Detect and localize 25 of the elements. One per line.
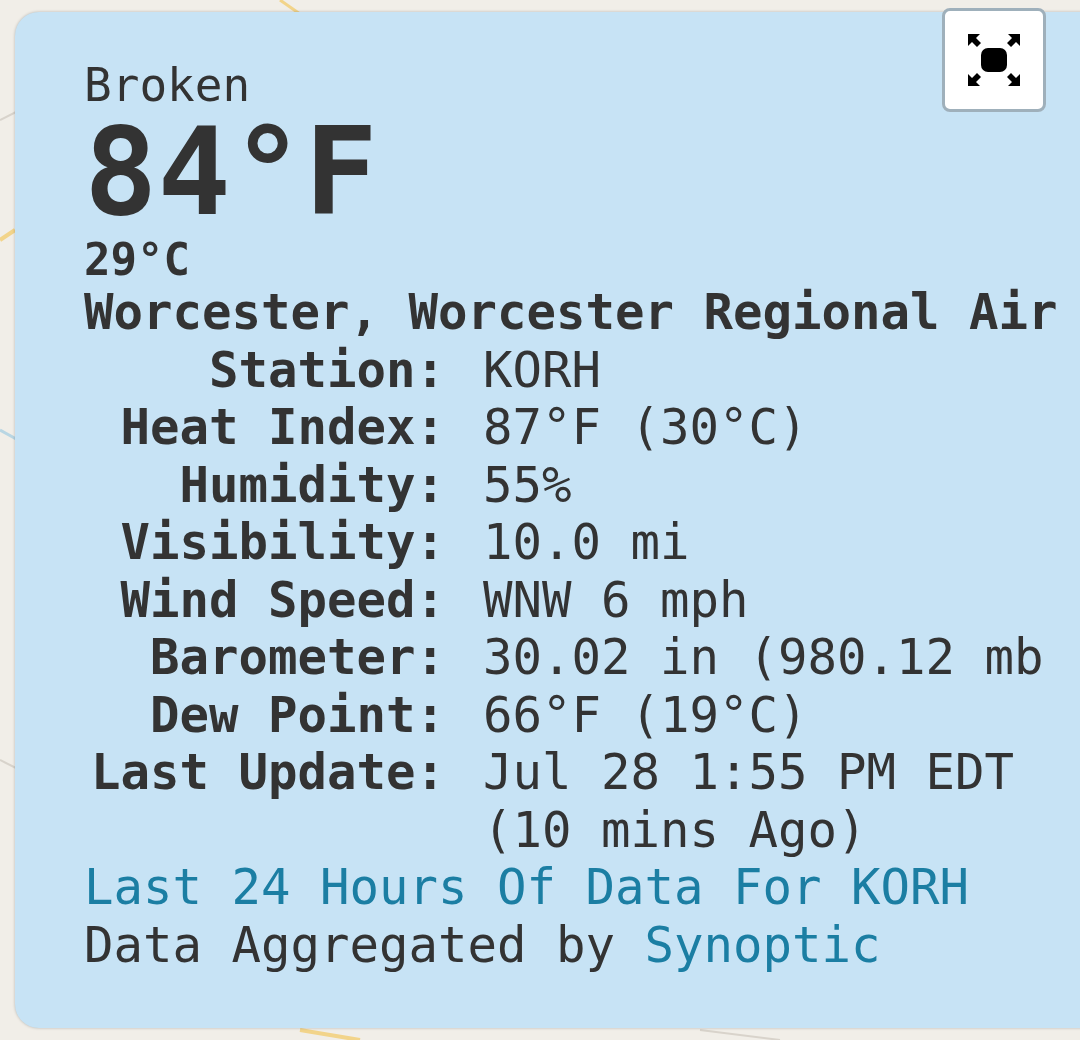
- detail-value: KORH: [483, 341, 602, 399]
- detail-value: 55%: [483, 456, 573, 514]
- detail-label: Visibility:: [119, 514, 445, 572]
- detail-label: Station:: [208, 341, 445, 399]
- detail-value: WNW 6 mph: [483, 571, 750, 629]
- detail-value: 66°F (19°C): [483, 686, 809, 744]
- temperature-fahrenheit: 84°F: [84, 108, 379, 236]
- detail-label: Dew Point:: [149, 686, 445, 744]
- credit-text: Data Aggregated by: [84, 916, 615, 974]
- temperature-celsius: 29°C: [84, 236, 191, 284]
- detail-value: Jul 28 1:55 PM EDT (10 mins Ago): [483, 744, 1015, 859]
- history-link[interactable]: Last 24 Hours Of Data For KORH: [84, 859, 969, 916]
- location-name: Worcester, Worcester Regional Air: [84, 284, 1059, 342]
- detail-value: 87°F (30°C): [483, 399, 809, 457]
- conditions: Broken: [84, 62, 252, 108]
- detail-label: Humidity:: [178, 456, 445, 514]
- expand-icon: [966, 32, 1022, 88]
- detail-label: Wind Speed:: [119, 571, 445, 629]
- detail-value: 10.0 mi: [483, 514, 691, 572]
- detail-label: Barometer:: [149, 629, 445, 687]
- fullscreen-button[interactable]: [942, 8, 1046, 112]
- source-link[interactable]: Synoptic: [644, 916, 881, 974]
- detail-label: Last Update:: [90, 744, 445, 803]
- detail-value: 30.02 in (980.12 mb: [483, 629, 1045, 687]
- detail-label: Heat Index:: [119, 399, 445, 457]
